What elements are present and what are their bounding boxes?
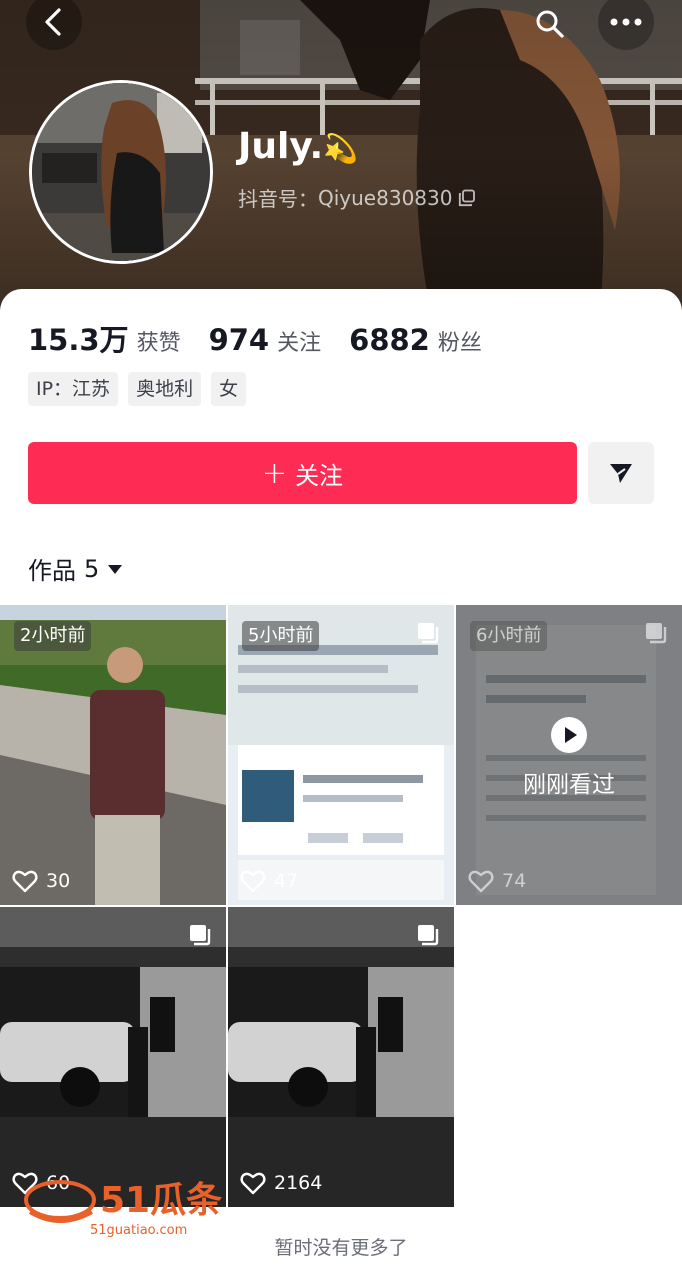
posted-time-badge: 5小时前 bbox=[242, 621, 320, 651]
video-item[interactable]: 60 bbox=[0, 907, 226, 1207]
multi-image-icon bbox=[190, 925, 211, 946]
stat-following-label: 关注 bbox=[277, 331, 322, 356]
video-item[interactable]: 2164 bbox=[228, 907, 454, 1207]
video-item[interactable]: 2小时前 30 bbox=[0, 605, 226, 905]
send-icon bbox=[610, 464, 632, 483]
tag-country: 奥地利 bbox=[128, 372, 202, 406]
works-tab[interactable]: 作品 5 bbox=[28, 551, 123, 586]
profile-tags: IP：江苏 奥地利 女 bbox=[28, 372, 247, 406]
recently-watched-label: 刚刚看过 bbox=[523, 772, 615, 798]
follow-label: 关注 bbox=[295, 461, 344, 490]
multi-image-icon bbox=[646, 623, 667, 644]
works-tab-count: 5 bbox=[84, 554, 100, 583]
watermark-brand: 51瓜条 bbox=[100, 1180, 222, 1221]
play-icon bbox=[551, 717, 587, 753]
like-count: 47 bbox=[240, 869, 298, 893]
chevron-left-icon bbox=[45, 8, 61, 36]
multi-image-icon bbox=[418, 925, 439, 946]
tag-gender: 女 bbox=[211, 372, 247, 406]
like-count-value: 47 bbox=[274, 870, 299, 892]
tag-ip-location: IP：江苏 bbox=[28, 372, 119, 406]
like-count-value: 2164 bbox=[274, 1172, 323, 1194]
stat-followers[interactable]: 6882 粉丝 bbox=[349, 323, 482, 357]
heart-icon bbox=[240, 1172, 266, 1195]
works-tab-label: 作品 bbox=[28, 557, 76, 585]
like-count: 30 bbox=[12, 869, 70, 893]
heart-icon bbox=[240, 870, 266, 893]
avatar[interactable] bbox=[29, 80, 213, 264]
nickname-text: July. bbox=[238, 126, 324, 167]
multi-image-icon bbox=[418, 623, 439, 644]
douyin-id-label: 抖音号： bbox=[238, 187, 318, 211]
copy-icon[interactable] bbox=[458, 189, 476, 207]
stat-followers-value: 6882 bbox=[349, 323, 430, 357]
video-thumbnail bbox=[0, 907, 226, 1207]
video-item[interactable]: 6小时前 刚刚看过 74 bbox=[456, 605, 682, 905]
search-icon bbox=[536, 10, 564, 38]
like-count: 74 bbox=[468, 869, 526, 893]
stat-following[interactable]: 974 关注 bbox=[209, 323, 322, 357]
like-count-value: 30 bbox=[46, 870, 71, 892]
like-count: 2164 bbox=[240, 1171, 322, 1195]
video-item[interactable]: 5小时前 47 bbox=[228, 605, 454, 905]
heart-icon bbox=[468, 870, 494, 893]
follow-button[interactable]: + 关注 bbox=[28, 442, 577, 504]
video-grid: 2小时前 30 5小时前 47 6小时前 刚刚看过 74 60 2164 bbox=[0, 605, 682, 1207]
douyin-id-value: Qiyue830830 bbox=[318, 185, 453, 210]
stat-likes-value: 15.3万 bbox=[28, 323, 129, 357]
avatar-photo bbox=[32, 83, 210, 261]
nickname: July.💫 bbox=[238, 126, 358, 167]
posted-time-badge: 6小时前 bbox=[470, 621, 548, 651]
like-count-value: 74 bbox=[502, 870, 527, 892]
sparkle-emoji: 💫 bbox=[323, 132, 359, 165]
stat-likes[interactable]: 15.3万 获赞 bbox=[28, 317, 181, 359]
watermark-logo: 51瓜条 51guatiao.com bbox=[24, 1180, 222, 1238]
video-thumbnail bbox=[228, 907, 454, 1207]
share-button[interactable] bbox=[588, 442, 654, 504]
posted-time-badge: 2小时前 bbox=[14, 621, 92, 651]
heart-icon bbox=[12, 870, 38, 893]
more-dots-icon bbox=[610, 18, 642, 26]
stat-following-value: 974 bbox=[208, 323, 270, 357]
caret-down-icon[interactable] bbox=[107, 563, 123, 575]
no-more-content: 暂时没有更多了 bbox=[274, 1237, 408, 1259]
stat-likes-label: 获赞 bbox=[136, 331, 181, 356]
stats-row: 15.3万 获赞 974 关注 6882 粉丝 bbox=[28, 317, 482, 359]
plus-icon: + bbox=[261, 455, 288, 491]
douyin-id[interactable]: 抖音号： Qiyue830830 bbox=[238, 183, 476, 212]
stat-followers-label: 粉丝 bbox=[437, 331, 482, 356]
